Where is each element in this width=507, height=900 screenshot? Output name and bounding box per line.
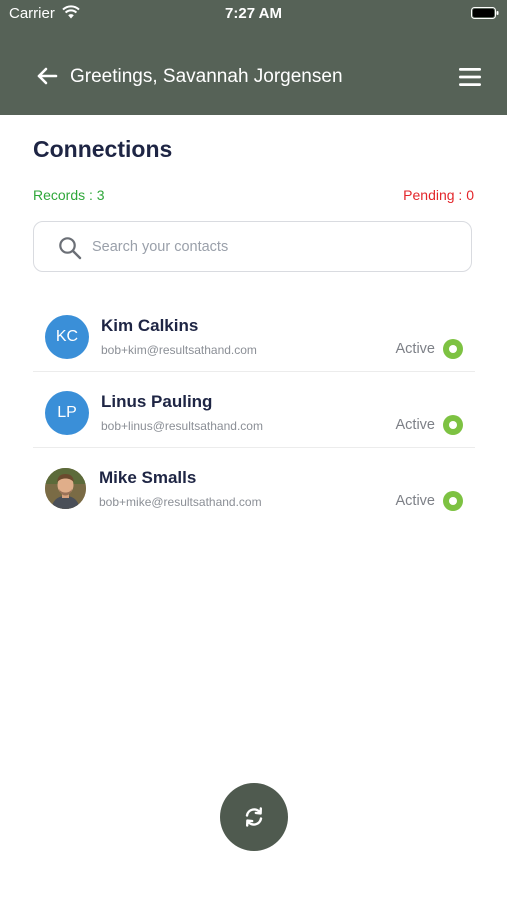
app-header: Carrier 7:27 AM Greetings, Savannah Jorg… bbox=[0, 0, 507, 115]
active-status-icon bbox=[443, 491, 463, 511]
contact-name: Linus Pauling bbox=[101, 392, 213, 411]
refresh-icon bbox=[245, 807, 263, 827]
contact-email: bob+kim@resultsathand.com bbox=[101, 343, 257, 357]
contact-name: Kim Calkins bbox=[101, 316, 199, 335]
contact-status: Active bbox=[395, 417, 436, 433]
contact-email: bob+mike@resultsathand.com bbox=[99, 495, 262, 509]
contact-status: Active bbox=[395, 341, 436, 357]
avatar-photo bbox=[45, 468, 86, 509]
status-bar: Carrier 7:27 AM bbox=[0, 0, 507, 28]
page-title: Connections bbox=[33, 136, 173, 162]
contact-row-mike-smalls[interactable]: Mike Smalls bob+mike@resultsathand.com A… bbox=[33, 448, 475, 523]
search-icon bbox=[59, 237, 82, 260]
contact-row-kim-calkins[interactable]: KC Kim Calkins bob+kim@resultsathand.com… bbox=[33, 296, 475, 372]
refresh-button[interactable] bbox=[220, 783, 288, 851]
header-title: Greetings, Savannah Jorgensen bbox=[70, 66, 343, 87]
battery-icon bbox=[471, 7, 499, 19]
contact-name: Mike Smalls bbox=[99, 468, 197, 487]
navigation-bar: Greetings, Savannah Jorgensen bbox=[0, 56, 507, 98]
back-arrow-icon[interactable] bbox=[36, 66, 58, 86]
active-status-icon bbox=[443, 415, 463, 435]
person-photo-icon bbox=[45, 468, 86, 509]
avatar: KC bbox=[45, 315, 89, 359]
avatar: LP bbox=[45, 391, 89, 435]
contact-list: KC Kim Calkins bob+kim@resultsathand.com… bbox=[33, 296, 475, 523]
active-status-icon bbox=[443, 339, 463, 359]
search-box bbox=[33, 221, 472, 272]
records-count: Records : 3 bbox=[33, 187, 105, 203]
search-input[interactable] bbox=[92, 222, 452, 271]
contact-status: Active bbox=[395, 493, 436, 509]
contact-row-linus-pauling[interactable]: LP Linus Pauling bob+linus@resultsathand… bbox=[33, 372, 475, 448]
status-time: 7:27 AM bbox=[225, 5, 282, 22]
hamburger-menu-icon[interactable] bbox=[457, 66, 483, 88]
pending-count: Pending : 0 bbox=[403, 187, 474, 203]
contact-email: bob+linus@resultsathand.com bbox=[101, 419, 263, 433]
